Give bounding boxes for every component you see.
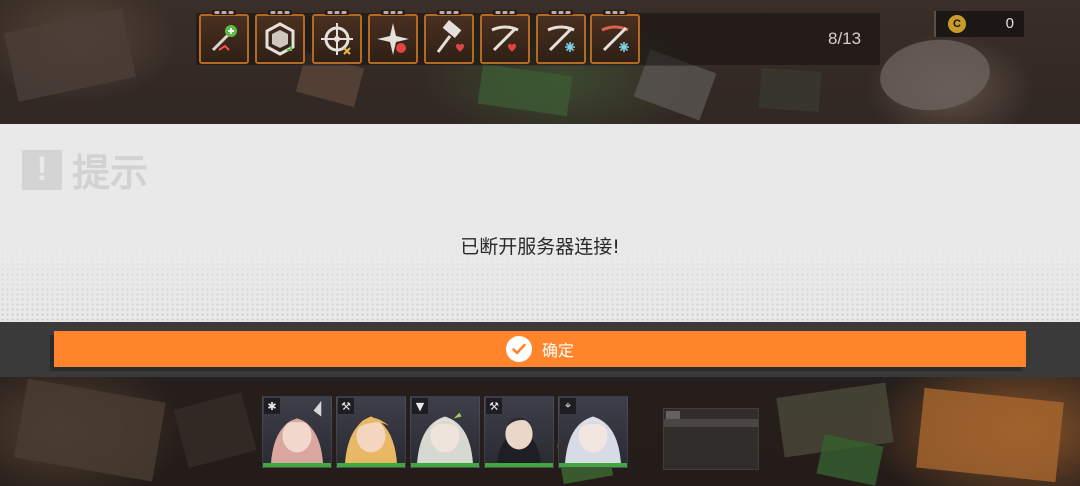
crosshair-icon [321, 23, 353, 55]
class-icon: ✱ [264, 398, 280, 414]
skill-level-dots [211, 10, 237, 15]
skill-level-dots [436, 10, 462, 15]
skill-level-dots [267, 10, 293, 15]
slot-tag [666, 411, 680, 419]
healing-boost-icon [211, 25, 237, 52]
skill-slot-8[interactable] [590, 10, 640, 64]
team-member-2[interactable]: ⚒ [336, 396, 406, 468]
rubble-decoration [876, 34, 994, 116]
warning-icon: ! [22, 149, 62, 190]
rubble-decoration [4, 8, 136, 102]
crossbow-frost-red-icon [601, 25, 629, 52]
crossbow-heart-icon [491, 25, 519, 52]
skill-slot-7[interactable] [536, 10, 586, 64]
dialog-message: 已断开服务器连接! [460, 236, 620, 258]
hp-bar [411, 463, 479, 467]
skill-slot-6[interactable] [480, 10, 530, 64]
skill-level-dots [324, 10, 350, 15]
rubble-decoration [477, 63, 573, 117]
rubble-decoration [173, 391, 257, 469]
shield-hexagon-icon [265, 22, 295, 56]
currency-display: C 0 [934, 11, 1024, 37]
skill-slot-3[interactable] [312, 10, 362, 64]
hp-bar [485, 463, 553, 467]
hp-bar [337, 463, 405, 467]
skill-slot-2[interactable] [255, 10, 305, 64]
coin-icon: C [948, 15, 966, 33]
burst-star-icon [377, 23, 409, 55]
slot-bar [664, 419, 758, 427]
rubble-decoration [758, 67, 822, 113]
dialog-title: 提示 [72, 151, 149, 195]
skill-slot-4[interactable] [368, 10, 418, 64]
crossbow-frost-icon [547, 25, 575, 52]
team-member-3[interactable]: ▼ [410, 396, 480, 468]
team-member-4[interactable]: ⚒ [484, 396, 554, 468]
team-member-1[interactable]: ✱ [262, 396, 332, 468]
empty-team-slot[interactable] [663, 408, 759, 470]
class-icon: ⚒ [338, 398, 354, 414]
skill-slot-1[interactable] [199, 10, 249, 64]
skill-level-dots [380, 10, 406, 15]
rubble-decoration [916, 387, 1064, 483]
confirm-label: 确定 [541, 341, 574, 360]
hp-bar [559, 463, 627, 467]
stage-counter: 8/13 [828, 29, 862, 48]
alert-dialog: ! 提示 已断开服务器连接! [0, 124, 1080, 322]
class-icon: ▼ [412, 398, 428, 414]
skill-level-dots [492, 10, 518, 15]
confirm-button[interactable]: 确定 [54, 331, 1026, 367]
team-member-5[interactable]: ⌖ [558, 396, 628, 468]
skill-level-dots [548, 10, 574, 15]
check-icon [505, 336, 532, 362]
hammer-heart-icon [436, 20, 464, 53]
skill-slot-5[interactable] [424, 10, 474, 64]
currency-amount: 0 [1005, 15, 1014, 32]
class-icon: ⚒ [486, 398, 502, 414]
hp-bar [263, 463, 331, 467]
skill-level-dots [602, 10, 628, 15]
dialog-header: ! 提示 [22, 142, 148, 197]
class-icon: ⌖ [560, 398, 576, 414]
rubble-decoration [14, 378, 166, 482]
